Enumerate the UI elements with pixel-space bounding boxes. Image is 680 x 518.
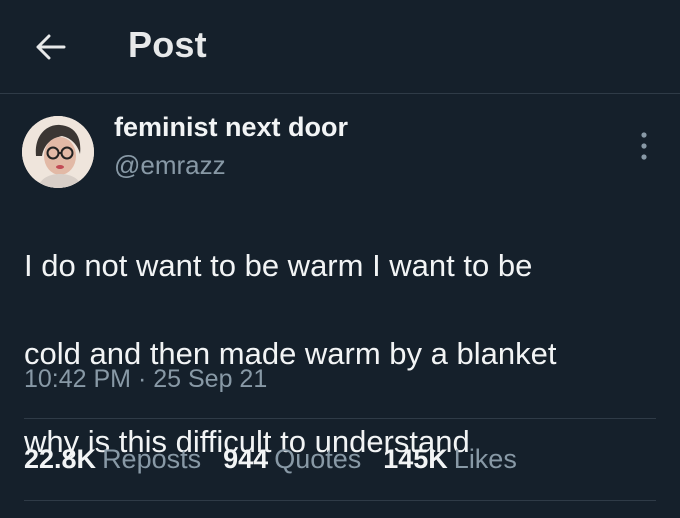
- meta-separator: ·: [137, 365, 147, 393]
- more-vertical-icon: [641, 132, 647, 160]
- divider: [24, 500, 656, 501]
- page-title: Post: [128, 24, 207, 65]
- user-avatar: [22, 116, 94, 188]
- likes-label: Likes: [453, 444, 517, 474]
- reposts-count: 22.8K: [24, 444, 97, 474]
- post-time: 10:42 PM: [24, 365, 132, 393]
- post-stats: 22.8K Reposts 944 Quotes 145K Likes: [24, 444, 539, 475]
- post-text-line: I do not want to be warm I want to be: [24, 248, 533, 283]
- author-handle[interactable]: @emrazz: [114, 150, 226, 181]
- quotes-count: 944: [223, 444, 269, 474]
- likes-count: 145K: [383, 444, 448, 474]
- author-name[interactable]: feminist next door: [114, 112, 348, 143]
- back-button[interactable]: [34, 30, 68, 64]
- arrow-left-icon: [36, 34, 66, 60]
- reposts-label: Reposts: [102, 444, 202, 474]
- top-bar: Post: [0, 0, 680, 94]
- quotes-label: Quotes: [274, 444, 362, 474]
- reposts-stat[interactable]: 22.8K Reposts: [24, 444, 201, 475]
- likes-stat[interactable]: 145K Likes: [383, 444, 517, 475]
- post-timestamp[interactable]: 10:42 PM · 25 Sep 21: [24, 365, 267, 394]
- quotes-stat[interactable]: 944 Quotes: [223, 444, 361, 475]
- divider: [24, 418, 656, 419]
- more-options-button[interactable]: [632, 128, 656, 164]
- avatar[interactable]: [22, 116, 94, 188]
- post-date: 25 Sep 21: [153, 365, 268, 393]
